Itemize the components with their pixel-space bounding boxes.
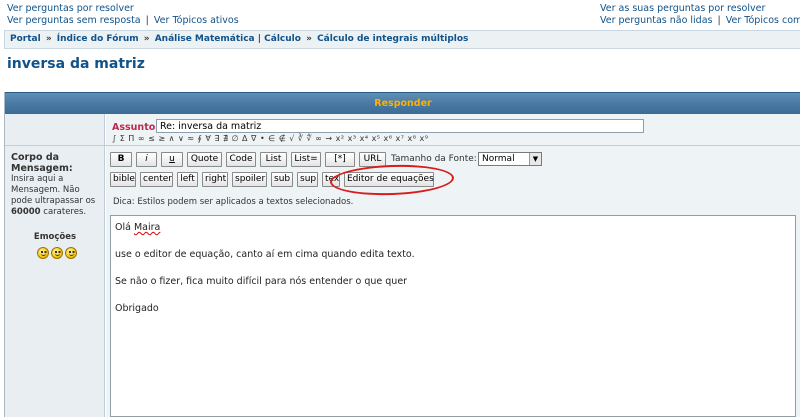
sup-button[interactable]: sup bbox=[297, 172, 318, 187]
bold-button[interactable]: B bbox=[110, 152, 132, 167]
confused-icon[interactable] bbox=[65, 247, 77, 259]
subject-cell: Assunto: Re: inversa da matriz ∫ Σ Π ∞ ≤… bbox=[106, 114, 800, 145]
page-title[interactable]: inversa da matriz bbox=[7, 56, 145, 72]
unread-link[interactable]: Ver perguntas não lidas bbox=[600, 15, 713, 26]
breadcrumb: Portal » Índice do Fórum » Análise Matem… bbox=[4, 30, 800, 49]
symbol-bar[interactable]: ∫ Σ Π ∞ ≤ ≥ ∧ ∨ ≈ ∮ ∀ ∃ ∄ ∅ Δ ∇ • ∈ ∉ √ … bbox=[112, 134, 428, 143]
active-topics-link[interactable]: Ver Tópicos ativos bbox=[154, 15, 239, 26]
emoticon-row bbox=[37, 247, 77, 259]
breadcrumb-portal[interactable]: Portal bbox=[10, 34, 41, 44]
underline-button[interactable]: u bbox=[161, 152, 183, 167]
greeting-name: Maira bbox=[133, 222, 161, 233]
center-button[interactable]: center bbox=[140, 172, 173, 187]
own-posts-link[interactable]: Ver as suas perguntas por resolver bbox=[600, 3, 765, 14]
breadcrumb-forum-index[interactable]: Índice do Fórum bbox=[57, 34, 139, 44]
body-left-cell: Corpo da Mensagem: Insira aqui a Mensage… bbox=[5, 146, 105, 417]
separator: | bbox=[717, 15, 721, 26]
spoiler-button[interactable]: spoiler bbox=[232, 172, 267, 187]
subject-left-cell bbox=[5, 114, 105, 145]
sad-icon[interactable] bbox=[51, 247, 63, 259]
message-line: Olá Maira bbox=[115, 221, 791, 235]
code-button[interactable]: Code bbox=[226, 152, 256, 167]
greeting-prefix: Olá bbox=[115, 222, 131, 233]
right-button[interactable]: right bbox=[202, 172, 228, 187]
bible-button[interactable]: bible bbox=[110, 172, 136, 187]
sub-button[interactable]: sub bbox=[271, 172, 293, 187]
top-links-right: Ver as suas perguntas por resolver Ver p… bbox=[600, 3, 800, 27]
tex-button[interactable]: tex bbox=[322, 172, 340, 187]
subject-label: Assunto: bbox=[112, 122, 160, 133]
breadcrumb-separator: » bbox=[45, 34, 52, 44]
message-line: Obrigado bbox=[115, 303, 159, 314]
breadcrumb-category[interactable]: Análise Matemática | Cálculo bbox=[155, 34, 301, 44]
body-help-suffix: carateres. bbox=[43, 207, 87, 217]
quote-button[interactable]: Quote bbox=[187, 152, 222, 167]
new-topics-link[interactable]: Ver Tópicos com per bbox=[726, 15, 800, 26]
emotions-label: Emoções bbox=[33, 232, 77, 242]
breadcrumb-separator: » bbox=[306, 34, 312, 44]
subject-input[interactable]: Re: inversa da matriz bbox=[156, 119, 644, 133]
no-reply-link[interactable]: Ver perguntas sem resposta bbox=[7, 15, 141, 26]
font-size-select[interactable]: Normal ▼ bbox=[478, 152, 542, 166]
numbered-list-button[interactable]: List= bbox=[291, 152, 321, 167]
italic-button[interactable]: i bbox=[136, 152, 157, 167]
breadcrumb-separator: » bbox=[143, 34, 150, 44]
body-help: Insira aqui a Mensagem. Não pode ultrapa… bbox=[11, 174, 103, 218]
separator: | bbox=[145, 15, 149, 26]
chevron-down-icon[interactable]: ▼ bbox=[529, 153, 541, 165]
list-button[interactable]: List bbox=[260, 152, 287, 167]
breadcrumb-forum[interactable]: Cálculo de integrais múltiplos bbox=[317, 34, 468, 44]
message-line: use o editor de equação, canto aí em cim… bbox=[115, 249, 415, 260]
body-help-text: Insira aqui a Mensagem. Não pode ultrapa… bbox=[11, 174, 96, 206]
message-line: Se não o fizer, fica muito difícil para … bbox=[115, 276, 408, 287]
url-button[interactable]: URL bbox=[359, 152, 386, 167]
top-links-left: Ver perguntas por resolver Ver perguntas… bbox=[7, 3, 239, 27]
list-item-button[interactable]: [*] bbox=[325, 152, 355, 167]
left-button[interactable]: left bbox=[177, 172, 198, 187]
form-header: Responder bbox=[5, 92, 800, 114]
equation-editor-button[interactable]: Editor de equações bbox=[344, 172, 434, 187]
char-limit: 60000 bbox=[11, 207, 41, 217]
unanswered-link[interactable]: Ver perguntas por resolver bbox=[7, 3, 134, 14]
formatting-tip: Dica: Estilos podem ser aplicados a text… bbox=[113, 197, 354, 207]
font-size-label: Tamanho da Fonte: bbox=[391, 154, 477, 164]
font-size-value: Normal bbox=[482, 154, 515, 164]
smile-icon[interactable] bbox=[37, 247, 49, 259]
body-label: Corpo da Mensagem: bbox=[11, 152, 73, 174]
message-textarea[interactable]: Olá Maira use o editor de equação, canto… bbox=[110, 215, 796, 417]
